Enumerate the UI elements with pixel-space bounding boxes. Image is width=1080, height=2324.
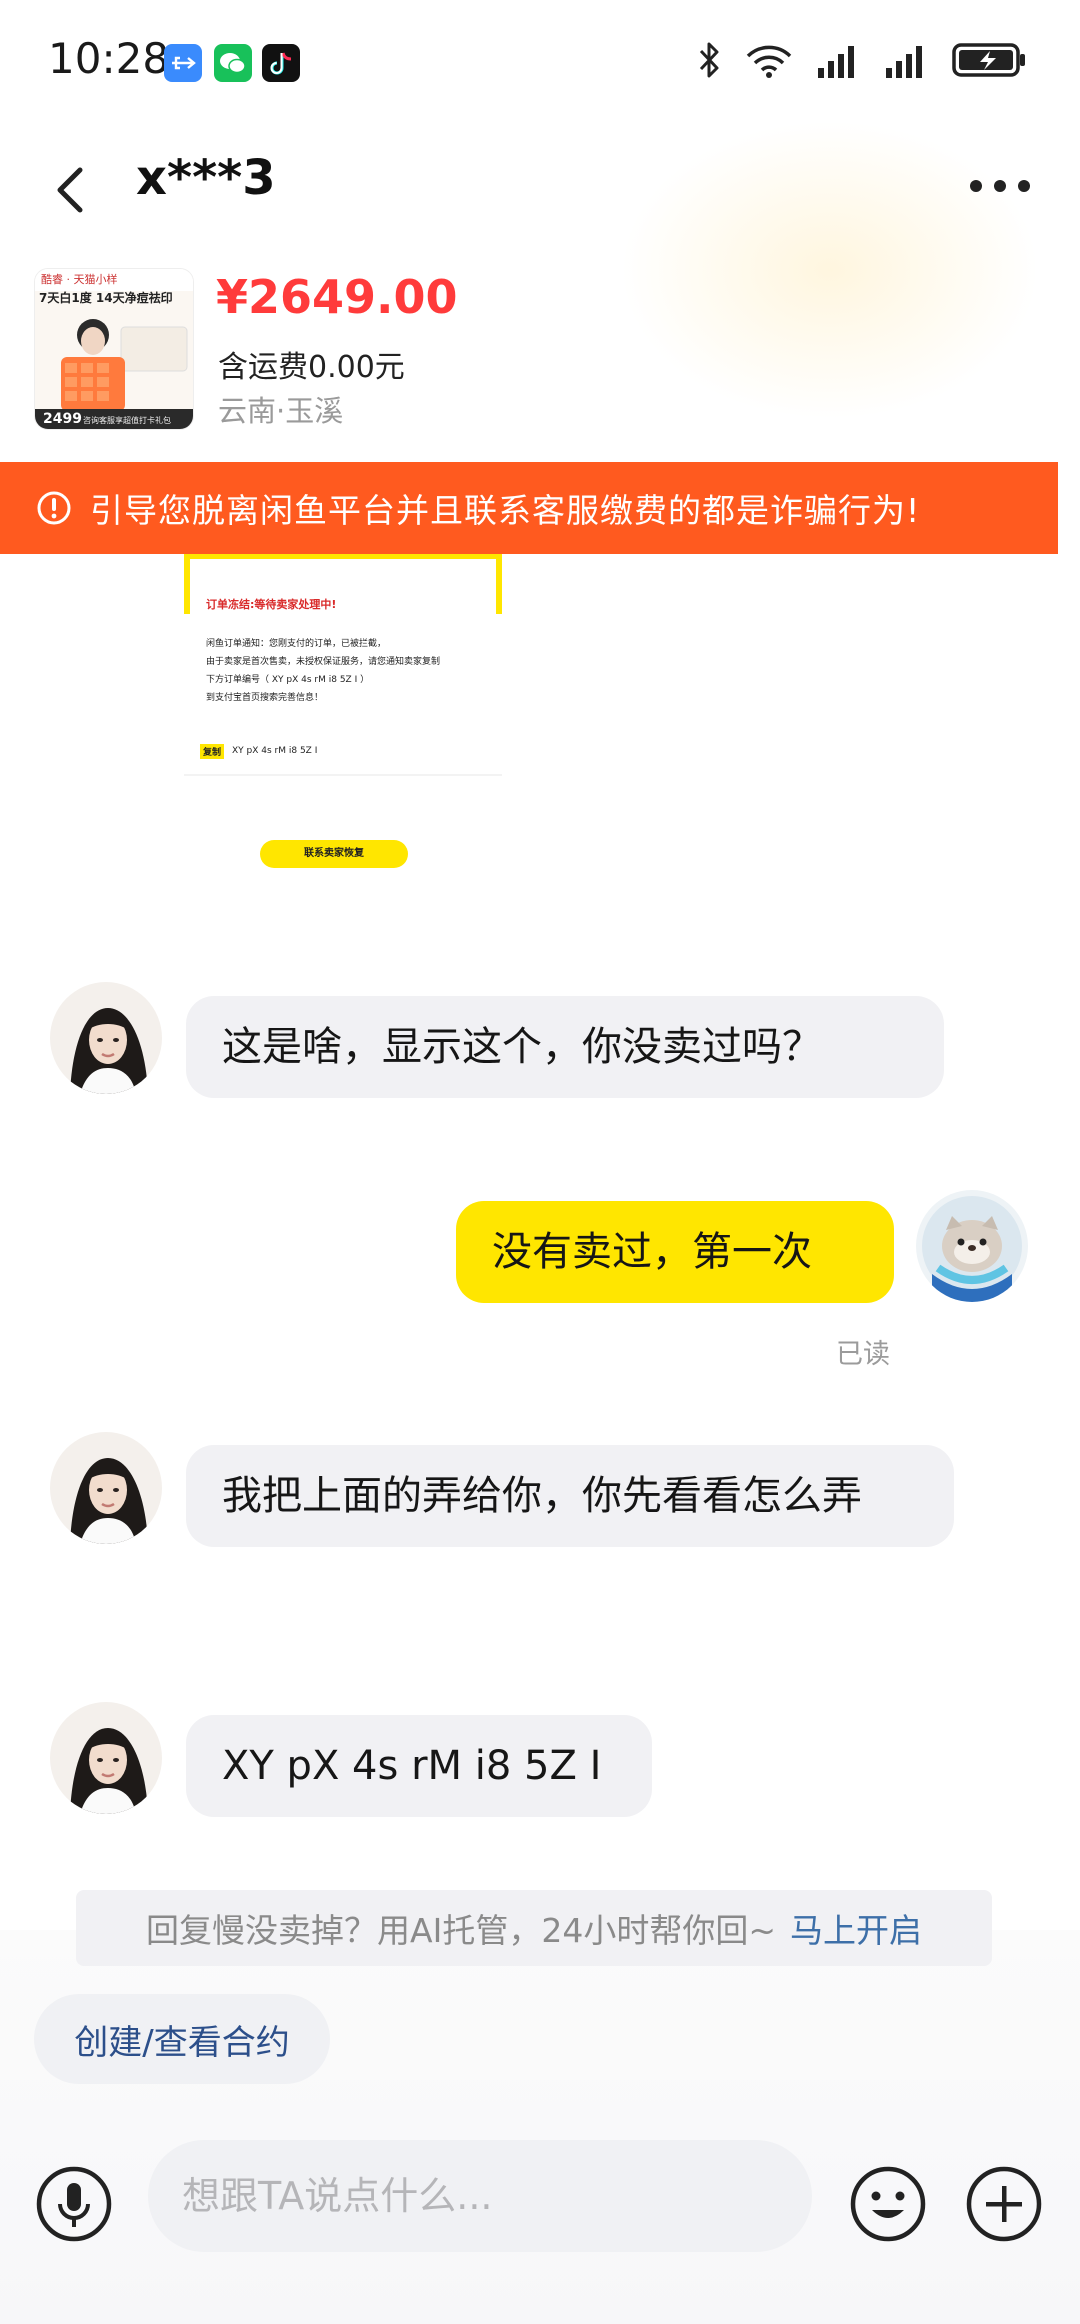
wechat-icon — [214, 44, 252, 82]
image-notice-title: 订单冻结:等待卖家处理中! — [206, 598, 337, 611]
contact-avatar[interactable] — [50, 1432, 162, 1544]
plus-circle-icon — [966, 2166, 1042, 2242]
back-button[interactable] — [44, 148, 104, 228]
bluetooth-icon — [699, 42, 719, 78]
image-divider — [184, 774, 502, 776]
status-right-icons — [696, 40, 1028, 80]
microphone-icon — [36, 2166, 112, 2242]
image-message[interactable]: 订单冻结:等待卖家处理中! 闲鱼订单通知：您刚支付的订单，已被拦截， 由于卖家是… — [184, 554, 502, 870]
product-image-brand: 酷睿 · 天猫小样 — [41, 273, 118, 286]
message-bubble[interactable]: XY pX 4s rM i8 5Z I — [186, 1715, 652, 1817]
chevron-left-icon — [57, 167, 83, 213]
more-dots-icon — [970, 180, 1030, 192]
fraud-warning-text: 引导您脱离闲鱼平台并且联系客服缴费的都是诈骗行为! — [90, 491, 921, 530]
signal-icon — [886, 46, 922, 78]
image-notice-line-2: 由于卖家是首次售卖，未授权保证服务，请您通知卖家复制 — [206, 657, 441, 667]
usb-debug-icon — [164, 44, 202, 82]
fraud-warning-banner: 引导您脱离闲鱼平台并且联系客服缴费的都是诈骗行为! — [0, 462, 1058, 554]
message-bubble-own[interactable]: 没有卖过，第一次 — [456, 1201, 894, 1303]
input-bar — [0, 2140, 1080, 2280]
image-left-border — [184, 554, 190, 614]
read-receipt: 已读 — [836, 1339, 890, 1370]
image-order-code: XY pX 4s rM i8 5Z I — [232, 746, 318, 756]
alert-circle-icon — [37, 491, 71, 525]
status-time: 10:28 — [48, 34, 170, 83]
product-price: ¥2649.00 — [216, 270, 458, 324]
image-contact-button: 联系卖家恢复 — [260, 840, 408, 868]
product-image-badge: 2499 — [43, 411, 82, 427]
image-top-border — [184, 554, 502, 559]
my-avatar[interactable] — [916, 1190, 1028, 1302]
product-image-footer: 咨询客服享超值打卡礼包 — [83, 416, 171, 425]
signal-icon — [818, 46, 854, 78]
image-notice-line-3: 下方订单编号（ XY pX 4s rM i8 5Z I ） — [206, 675, 370, 685]
status-bar: 10:28 — [0, 0, 1080, 130]
contact-avatar[interactable] — [50, 982, 162, 1094]
chat-header: x***3 — [0, 130, 1080, 250]
contact-avatar[interactable] — [50, 1702, 162, 1814]
product-card[interactable]: 酷睿 · 天猫小样 7天白1度 14天净痘祛印 2499 咨询客服享超值打卡礼包… — [34, 268, 754, 438]
image-right-border — [496, 554, 502, 614]
image-notice-line-4: 到支付宝首页搜索完善信息！ — [206, 693, 324, 703]
image-notice-line-1: 闲鱼订单通知：您刚支付的订单，已被拦截， — [206, 639, 387, 649]
battery-charging-icon — [952, 43, 1025, 77]
emoji-button[interactable] — [848, 2164, 928, 2244]
more-button[interactable] — [960, 156, 1040, 216]
product-shipping: 含运费0.00元 — [218, 350, 405, 385]
chat-screen: 10:28 x***3 酷睿 · 天猫小样 7天白1度 14天净痘祛印 2499… — [0, 0, 1080, 2324]
contract-button[interactable]: 创建/查看合约 — [34, 1994, 330, 2084]
image-copy-tag: 复制 — [200, 744, 225, 759]
product-image[interactable]: 酷睿 · 天猫小样 7天白1度 14天净痘祛印 2499 咨询客服享超值打卡礼包 — [34, 268, 194, 430]
more-actions-button[interactable] — [964, 2164, 1044, 2244]
voice-button[interactable] — [34, 2164, 114, 2244]
ai-tip-text: 回复慢没卖掉？用AI托管，24小时帮你回~ — [146, 1911, 776, 1950]
emoji-icon — [850, 2166, 926, 2242]
product-image-headline: 7天白1度 14天净痘祛印 — [39, 291, 173, 305]
page-title: x***3 — [136, 150, 276, 206]
tiktok-icon — [262, 44, 300, 82]
message-input[interactable] — [148, 2140, 812, 2252]
product-location: 云南·玉溪 — [218, 394, 344, 428]
ai-assistant-tip: 回复慢没卖掉？用AI托管，24小时帮你回~ 马上开启 — [76, 1890, 992, 1966]
message-bubble[interactable]: 这是啥，显示这个，你没卖过吗？ — [186, 996, 944, 1098]
wifi-icon — [746, 45, 792, 78]
ai-enable-link[interactable]: 马上开启 — [790, 1904, 922, 1952]
message-bubble[interactable]: 我把上面的弄给你，你先看看怎么弄 — [186, 1445, 954, 1547]
